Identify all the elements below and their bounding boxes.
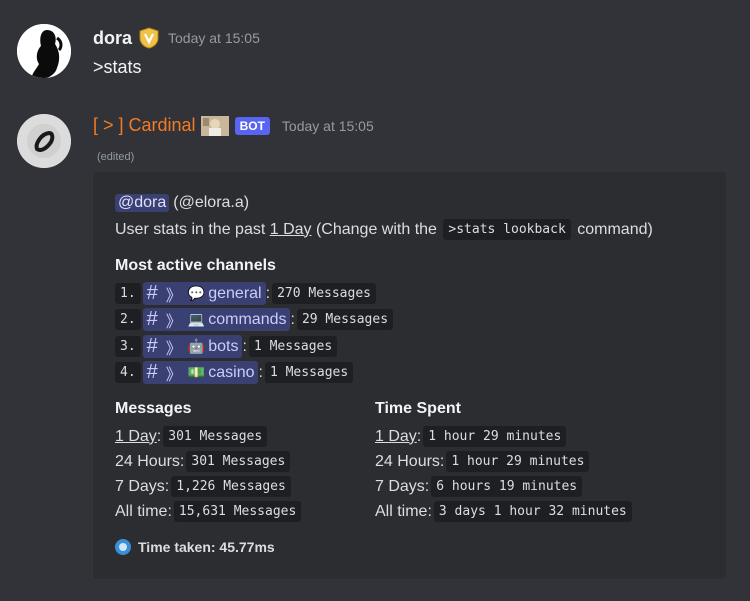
channel-link-general[interactable]: # 》 💬 general xyxy=(142,282,266,305)
chevron-icon: 》 xyxy=(165,366,182,384)
bot-badge: BOT xyxy=(234,116,270,135)
channel-row: 4. # 》 💵 casino : 1 Messages xyxy=(115,361,355,384)
timestamp-cardinal[interactable]: Today at 15:05 xyxy=(282,118,374,134)
time-row: All time: 3 days 1 hour 32 minutes xyxy=(375,501,634,522)
time-row: 1 Day: 1 hour 29 minutes xyxy=(375,426,568,447)
intro-suffix: command) xyxy=(572,220,653,238)
avatar-dora[interactable] xyxy=(17,24,71,78)
stat-value: 1 hour 29 minutes xyxy=(446,451,590,472)
timestamp-dora[interactable]: Today at 15:05 xyxy=(168,30,260,46)
hash-icon: # xyxy=(146,308,158,330)
hash-icon: # xyxy=(146,282,158,304)
avatar-cardinal[interactable] xyxy=(17,114,71,168)
stat-value: 1,226 Messages xyxy=(171,476,291,497)
stat-label: All time xyxy=(375,502,428,520)
hash-icon: # xyxy=(146,335,158,357)
channel-count: 1 Messages xyxy=(264,362,354,383)
messages-row: 1 Day: 301 Messages xyxy=(115,426,269,447)
channel-row: 2. # 》 💻 commands : 29 Messages xyxy=(115,308,395,331)
intro-period: 1 Day xyxy=(269,220,312,238)
message-content-dora: >stats xyxy=(93,57,142,77)
time-taken: Time taken: 45.77ms xyxy=(138,539,275,555)
stat-label: All time xyxy=(115,502,168,520)
channel-count: 29 Messages xyxy=(296,309,394,330)
channel-link-bots[interactable]: # 》 🤖 bots xyxy=(142,335,243,358)
time-row: 24 Hours: 1 hour 29 minutes xyxy=(375,451,591,472)
stat-value: 301 Messages xyxy=(163,426,268,447)
embed-footer: Time taken: 45.77ms xyxy=(115,539,275,555)
channel-name: casino xyxy=(208,363,255,381)
channel-count: 270 Messages xyxy=(272,283,376,304)
channels-title: Most active channels xyxy=(115,257,276,274)
stopwatch-icon xyxy=(115,539,131,555)
messages-title: Messages xyxy=(115,400,192,417)
channel-name: commands xyxy=(208,310,287,328)
intro-prefix: User stats in the past xyxy=(115,220,270,238)
stat-value: 6 hours 19 minutes xyxy=(431,476,583,497)
hash-icon: # xyxy=(146,361,158,383)
stat-label: 24 Hours xyxy=(375,452,440,470)
edited-label: (edited) xyxy=(97,151,135,163)
embed-intro-line: User stats in the past 1 Day (Change wit… xyxy=(115,219,653,240)
stat-label: 7 Days xyxy=(115,477,165,495)
stat-label: 1 Day xyxy=(375,427,417,445)
silhouette-avatar-image xyxy=(17,24,71,78)
speech-bubble-icon: 💬 xyxy=(187,285,206,301)
chevron-icon: 》 xyxy=(165,313,182,331)
user-mention[interactable]: @dora xyxy=(115,194,170,212)
username-cardinal[interactable]: [ > ] Cardinal xyxy=(93,115,196,136)
channel-rank: 4. xyxy=(115,362,141,383)
stat-value: 15,631 Messages xyxy=(173,501,302,522)
chevron-icon: 》 xyxy=(165,287,182,305)
robot-icon: 🤖 xyxy=(187,338,206,354)
embed-mention-line: @dora (@elora.a) xyxy=(115,194,249,212)
intro-command-code: >stats lookback xyxy=(443,219,571,240)
chevron-icon: 》 xyxy=(165,340,182,358)
intro-mid: (Change with the xyxy=(311,220,442,238)
stat-value: 1 hour 29 minutes xyxy=(423,426,567,447)
message-header-cardinal: [ > ] Cardinal BOT Today at 15:05 xyxy=(93,115,374,136)
stat-label: 24 Hours xyxy=(115,452,180,470)
cardinal-emoji-icon xyxy=(200,115,229,136)
channel-row: 1. # 》 💬 general : 270 Messages xyxy=(115,282,378,305)
stat-label: 7 Days xyxy=(375,477,425,495)
role-badge-icon xyxy=(138,27,160,49)
stat-value: 301 Messages xyxy=(186,451,291,472)
channel-rank: 2. xyxy=(115,309,141,330)
channel-count: 1 Messages xyxy=(248,336,338,357)
channel-name: general xyxy=(208,284,262,302)
user-handle: (@elora.a) xyxy=(173,194,250,211)
channel-link-commands[interactable]: # 》 💻 commands xyxy=(142,308,291,331)
laptop-icon: 💻 xyxy=(187,311,206,327)
time-row: 7 Days: 6 hours 19 minutes xyxy=(375,476,584,497)
stat-label: 1 Day xyxy=(115,427,157,445)
channel-name: bots xyxy=(208,337,239,355)
messages-row: 24 Hours: 301 Messages xyxy=(115,451,292,472)
messages-row: All time: 15,631 Messages xyxy=(115,501,303,522)
channel-rank: 3. xyxy=(115,336,141,357)
channel-rank: 1. xyxy=(115,283,141,304)
stats-embed: @dora (@elora.a) User stats in the past … xyxy=(93,172,726,579)
stat-value: 3 days 1 hour 32 minutes xyxy=(433,501,632,522)
channel-link-casino[interactable]: # 》 💵 casino xyxy=(142,361,259,384)
messages-row: 7 Days: 1,226 Messages xyxy=(115,476,293,497)
message-header-dora: dora Today at 15:05 xyxy=(93,27,260,49)
channel-row: 3. # 》 🤖 bots : 1 Messages xyxy=(115,335,339,358)
cardinal-logo-icon xyxy=(17,114,71,168)
time-spent-title: Time Spent xyxy=(375,400,461,417)
money-icon: 💵 xyxy=(187,364,206,380)
username-dora[interactable]: dora xyxy=(93,28,132,49)
